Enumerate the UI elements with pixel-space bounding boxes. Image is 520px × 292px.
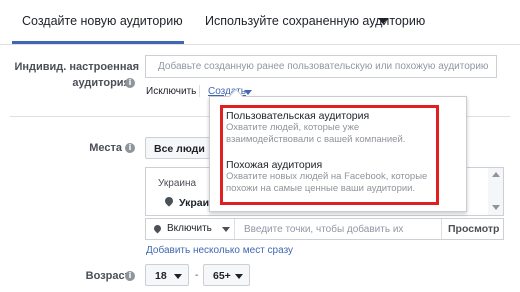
chevron-down-icon[interactable] xyxy=(222,227,230,232)
locations-label: Места xyxy=(89,142,122,154)
chevron-down-icon xyxy=(174,274,182,279)
include-select[interactable]: Включить xyxy=(167,223,212,234)
custom-audience-placeholder: Добавьте созданную ранее пользовательску… xyxy=(158,61,489,72)
exclude-link[interactable]: Исключить xyxy=(146,86,196,97)
location-search-input[interactable] xyxy=(236,219,441,239)
info-icon[interactable]: i xyxy=(125,78,135,88)
field-separator xyxy=(441,219,442,239)
tab-use-saved-audience[interactable]: Используйте сохраненную аудиторию xyxy=(205,14,425,28)
age-min-select[interactable]: 18 xyxy=(145,264,189,286)
chevron-down-icon[interactable] xyxy=(378,18,388,24)
age-label: Возраст xyxy=(85,270,130,282)
age-max-value: 65+ xyxy=(213,270,231,282)
tabs-divider xyxy=(0,44,520,45)
field-separator xyxy=(234,219,235,239)
location-audience-select-label: Все люди xyxy=(154,143,205,155)
tab-create-new-audience[interactable]: Создайте новую аудиторию xyxy=(22,14,183,28)
add-multiple-locations-link[interactable]: Добавить несколько мест сразу xyxy=(146,245,293,256)
chevron-down-icon xyxy=(235,274,243,279)
scroll-down-arrow-icon[interactable] xyxy=(492,205,500,210)
custom-audience-label: Индивид. настроенная xyxy=(14,61,139,73)
custom-audience-input[interactable]: Добавьте созданную ранее пользовательску… xyxy=(145,55,497,78)
location-audience-select[interactable]: Все люди xyxy=(145,137,215,159)
menu-item-custom-audience[interactable]: Пользовательская аудитория xyxy=(226,110,369,122)
info-icon[interactable]: i xyxy=(125,271,135,281)
scroll-up-arrow-icon[interactable] xyxy=(492,172,500,177)
menu-item-lookalike-audience-description: Охватите новых людей на Facebook, которы… xyxy=(226,171,428,194)
age-max-select[interactable]: 65+ xyxy=(203,264,250,286)
browse-button[interactable]: Просмотр xyxy=(448,223,499,235)
chevron-down-icon[interactable] xyxy=(244,90,252,95)
info-icon[interactable]: i xyxy=(125,143,135,153)
link-separator xyxy=(199,85,200,97)
custom-audience-label-line2: аудитория xyxy=(72,77,130,89)
menu-item-custom-audience-description: Охватите людей, которые уже взаимодейств… xyxy=(226,122,406,145)
age-min-value: 18 xyxy=(155,270,167,282)
age-range-separator: - xyxy=(195,269,199,281)
menu-item-lookalike-audience[interactable]: Похожая аудитория xyxy=(226,159,322,171)
location-country-heading: Украина xyxy=(158,178,197,189)
